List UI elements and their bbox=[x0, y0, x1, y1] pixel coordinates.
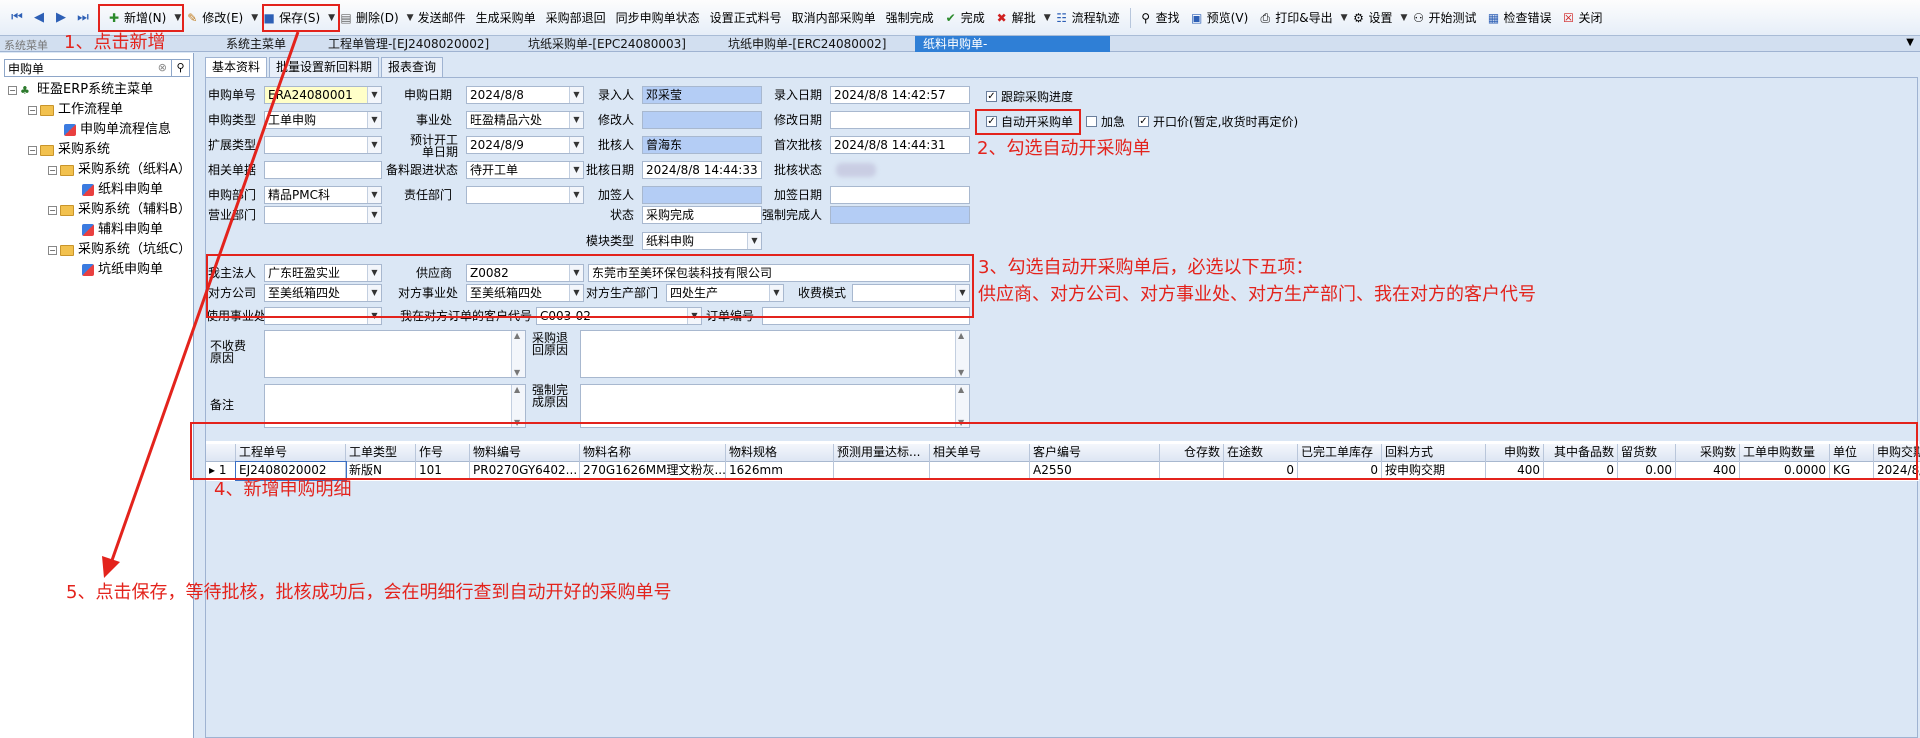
annotation-arrow-head bbox=[102, 556, 120, 578]
annotation-arrow bbox=[102, 31, 300, 578]
annotation-arrow-line bbox=[108, 31, 300, 567]
